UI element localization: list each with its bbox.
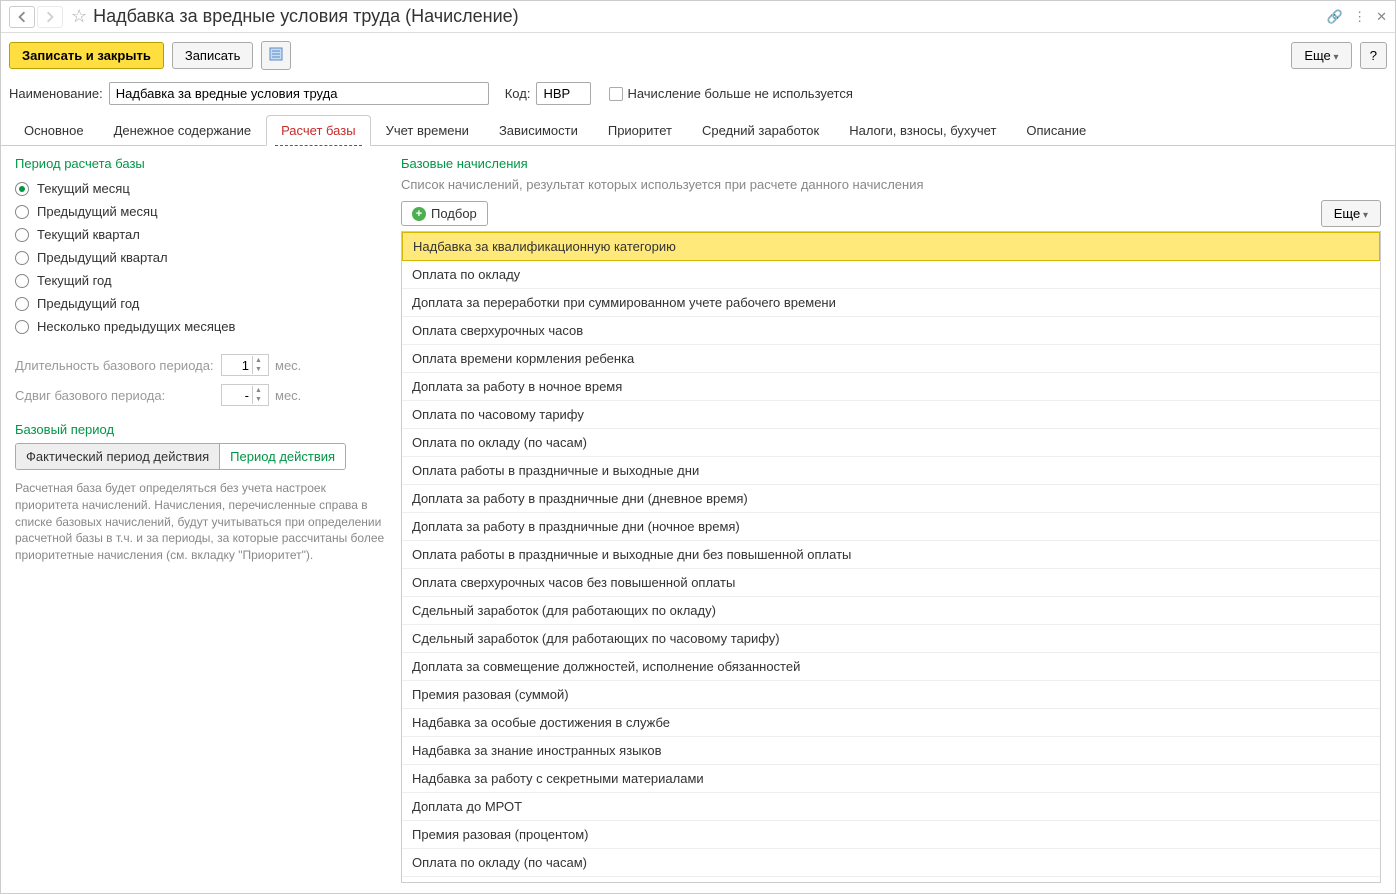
shift-label: Сдвиг базового периода: (15, 388, 215, 403)
titlebar: ☆ Надбавка за вредные условия труда (Нач… (1, 1, 1395, 33)
list-item[interactable]: Премия разовая (процентом) (402, 821, 1380, 849)
link-icon[interactable]: 🔗 (1327, 9, 1343, 25)
list-item[interactable]: Премия разовая (суммой) (402, 681, 1380, 709)
base-accruals-title: Базовые начисления (401, 156, 1381, 171)
window-title: Надбавка за вредные условия труда (Начис… (93, 6, 1327, 27)
list-item[interactable]: Сдельный заработок (для работающих по ча… (402, 625, 1380, 653)
list-item[interactable]: Оплата времени кормления ребенка (402, 345, 1380, 373)
favorite-icon[interactable]: ☆ (71, 6, 87, 27)
list-item[interactable]: Доплата за работу в праздничные дни (дне… (402, 485, 1380, 513)
tab-desc[interactable]: Описание (1011, 115, 1101, 145)
radio-current-month[interactable] (15, 182, 29, 196)
form-header: Наименование: Код: Начисление больше не … (1, 78, 1395, 109)
tab-time[interactable]: Учет времени (371, 115, 484, 145)
toolbar: Записать и закрыть Записать Еще ? (1, 33, 1395, 78)
base-accruals-hint: Список начислений, результат которых исп… (401, 177, 1381, 192)
list-item[interactable]: Сдельный заработок (для работающих по ок… (402, 597, 1380, 625)
close-icon[interactable]: ✕ (1376, 9, 1387, 25)
tab-avg[interactable]: Средний заработок (687, 115, 834, 145)
list-item[interactable]: Доплата за работу в праздничные дни (ноч… (402, 513, 1380, 541)
note-text: Расчетная база будет определяться без уч… (15, 480, 387, 564)
list-item[interactable]: Надбавка за особые достижения в службе (402, 709, 1380, 737)
list-item[interactable]: Доплата за переработки при суммированном… (402, 289, 1380, 317)
tab-money[interactable]: Денежное содержание (99, 115, 266, 145)
list-more-button[interactable]: Еще (1321, 200, 1381, 227)
accruals-list[interactable]: Надбавка за квалификационную категориюОп… (401, 231, 1381, 883)
seg-period-button[interactable]: Период действия (220, 444, 345, 469)
plus-icon: + (412, 207, 426, 221)
radio-current-quarter[interactable] (15, 228, 29, 242)
code-input[interactable] (536, 82, 591, 105)
save-button[interactable]: Записать (172, 42, 254, 69)
duration-label: Длительность базового периода: (15, 358, 215, 373)
not-used-checkbox[interactable] (609, 87, 623, 101)
tab-base-calc[interactable]: Расчет базы (266, 115, 371, 146)
radio-prev-year[interactable] (15, 297, 29, 311)
list-item[interactable]: Оплата сверхурочных часов (402, 317, 1380, 345)
tab-main[interactable]: Основное (9, 115, 99, 145)
base-period-segment: Фактический период действия Период дейст… (15, 443, 346, 470)
name-label: Наименование: (9, 86, 103, 101)
chevron-up-icon[interactable]: ▲ (253, 356, 264, 365)
kebab-icon[interactable]: ⋮ (1353, 9, 1366, 25)
period-radio-group: Текущий месяц Предыдущий месяц Текущий к… (15, 177, 387, 338)
list-item[interactable]: Доплата за работу в ночное время (402, 373, 1380, 401)
chevron-down-icon[interactable]: ▼ (253, 365, 264, 374)
shift-spinner[interactable]: ▲▼ (221, 384, 269, 406)
list-item[interactable]: Оплата по часовому тарифу (402, 401, 1380, 429)
name-input[interactable] (109, 82, 489, 105)
base-period-title: Базовый период (15, 422, 387, 437)
list-item[interactable]: Надбавка за знание иностранных языков (402, 737, 1380, 765)
forward-button[interactable] (37, 6, 63, 28)
tab-deps[interactable]: Зависимости (484, 115, 593, 145)
list-item[interactable]: Оплата по окладу (по часам) (402, 849, 1380, 877)
list-item[interactable]: Оплата по окладу (402, 261, 1380, 289)
tab-priority[interactable]: Приоритет (593, 115, 687, 145)
radio-prev-quarter[interactable] (15, 251, 29, 265)
list-item[interactable]: Доплата до МРОТ (402, 793, 1380, 821)
add-button[interactable]: +Подбор (401, 201, 488, 226)
list-item[interactable]: Доплата за совмещение должностей, исполн… (402, 653, 1380, 681)
help-button[interactable]: ? (1360, 42, 1387, 69)
list-item[interactable]: Надбавка за квалификационную категорию (402, 232, 1380, 261)
more-button[interactable]: Еще (1291, 42, 1351, 69)
save-close-button[interactable]: Записать и закрыть (9, 42, 164, 69)
tabs: Основное Денежное содержание Расчет базы… (1, 115, 1395, 146)
chevron-up-icon[interactable]: ▲ (253, 386, 264, 395)
back-button[interactable] (9, 6, 35, 28)
tab-tax[interactable]: Налоги, взносы, бухучет (834, 115, 1011, 145)
list-item[interactable]: Оплата по окладу (по часам) (402, 429, 1380, 457)
code-label: Код: (505, 86, 531, 101)
list-item[interactable]: Надбавка за работу с секретными материал… (402, 765, 1380, 793)
list-item[interactable]: Оплата работы в праздничные и выходные д… (402, 457, 1380, 485)
report-button[interactable] (261, 41, 291, 70)
radio-current-year[interactable] (15, 274, 29, 288)
list-item[interactable]: Оплата сверхурочных часов без повышенной… (402, 569, 1380, 597)
seg-actual-button[interactable]: Фактический период действия (16, 444, 220, 469)
duration-spinner[interactable]: ▲▼ (221, 354, 269, 376)
radio-prev-month[interactable] (15, 205, 29, 219)
period-title: Период расчета базы (15, 156, 387, 171)
radio-several-months[interactable] (15, 320, 29, 334)
not-used-label: Начисление больше не используется (627, 86, 852, 101)
chevron-down-icon[interactable]: ▼ (253, 395, 264, 404)
list-item[interactable]: Оплата работы в праздничные и выходные д… (402, 541, 1380, 569)
